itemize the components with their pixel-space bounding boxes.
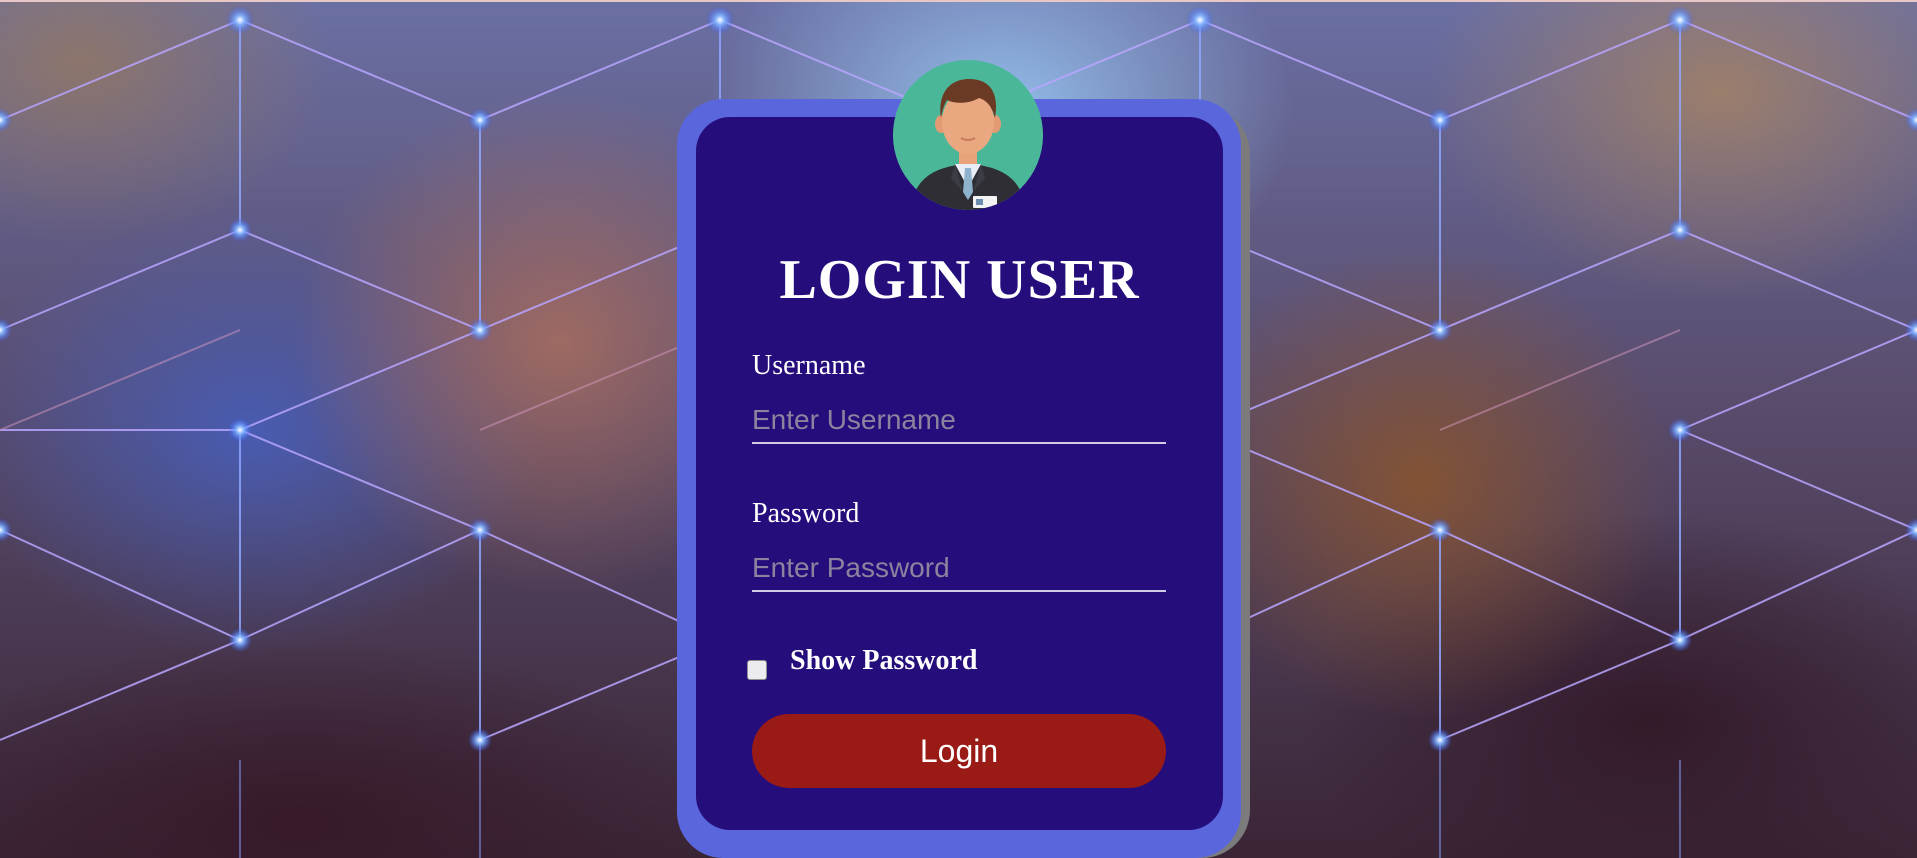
password-label: Password xyxy=(752,498,860,529)
show-password-checkbox[interactable] xyxy=(747,660,767,680)
show-password-label: Show Password xyxy=(790,645,978,676)
user-avatar-icon xyxy=(893,60,1043,210)
username-input[interactable] xyxy=(752,398,1166,444)
login-button[interactable]: Login xyxy=(752,714,1166,788)
password-input[interactable] xyxy=(752,546,1166,592)
page-title: LOGIN USER xyxy=(779,249,1140,311)
username-label: Username xyxy=(752,350,866,381)
